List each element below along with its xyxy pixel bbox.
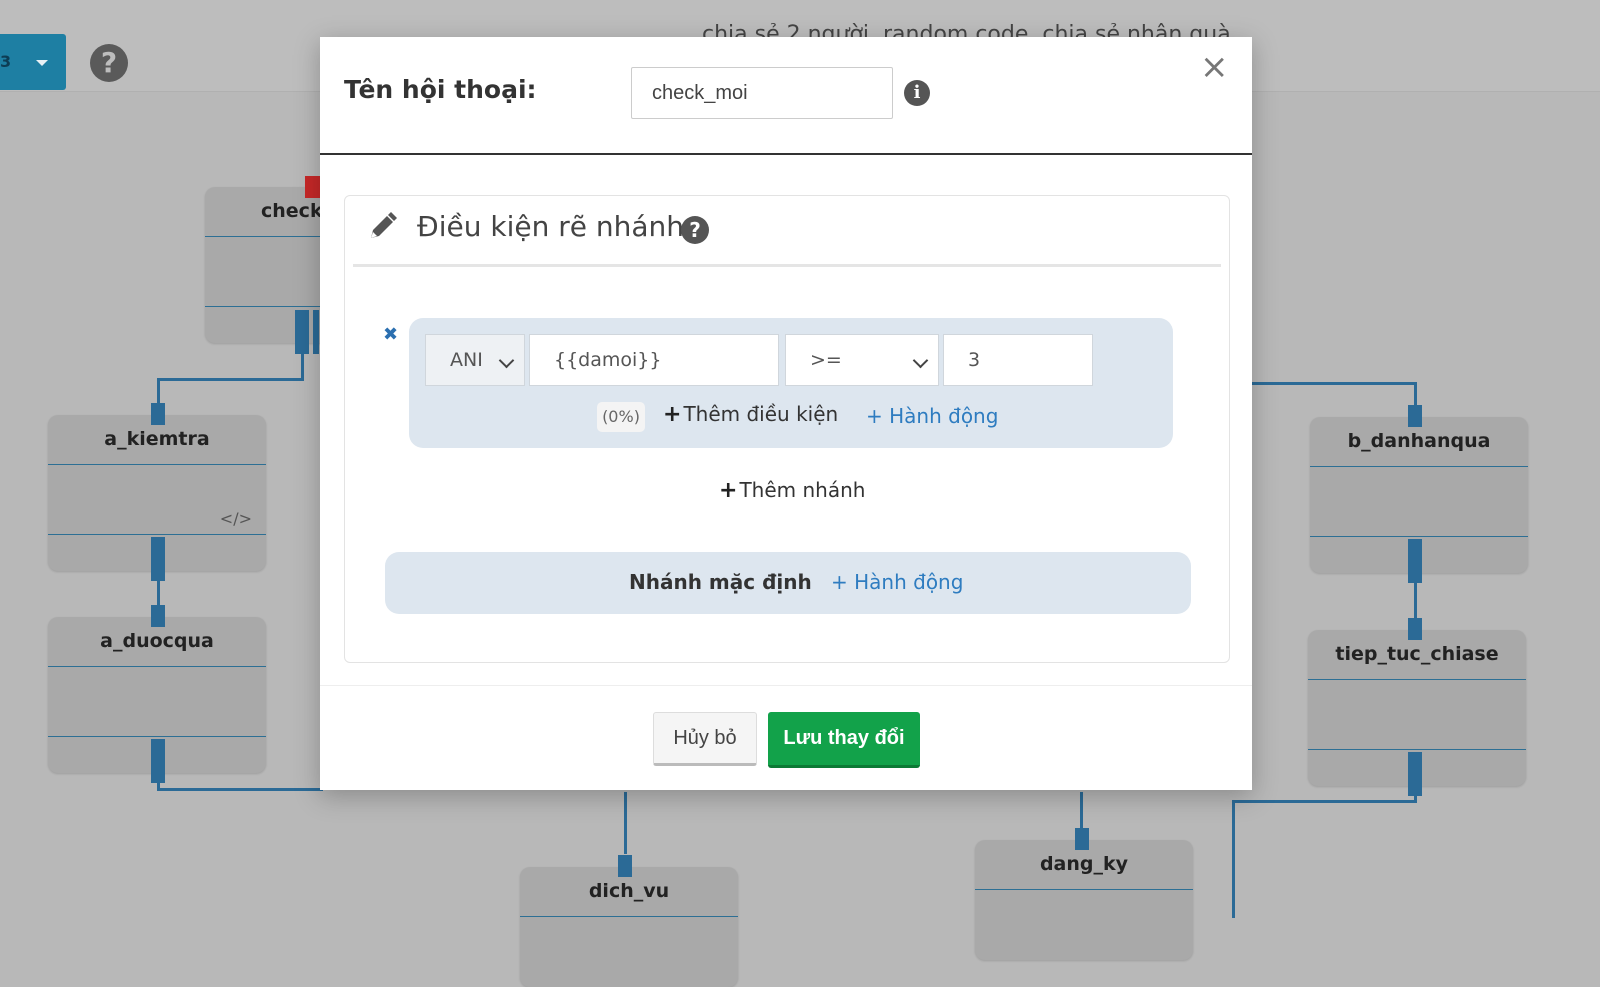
default-branch-label: Nhánh mặc định — [629, 570, 812, 594]
default-branch-row: Nhánh mặc định + Hành động — [385, 552, 1191, 614]
version-dropdown-button[interactable]: 3 — [0, 34, 66, 90]
node-output-port[interactable] — [1408, 752, 1422, 796]
branch-condition-row: ANI {{damoi}} >= 3 (0%) + Thêm điều kiện … — [409, 318, 1173, 448]
percent-badge: (0%) — [597, 402, 645, 432]
caret-down-icon — [36, 60, 48, 66]
modal-header: Tên hội thoại: i × — [320, 37, 1252, 155]
panel-header: Điều kiện rẽ nhánh ? — [353, 196, 1221, 267]
add-condition-button[interactable]: + Thêm điều kiện — [663, 402, 838, 427]
connector-wire — [624, 792, 627, 854]
flow-node-dang-ky[interactable]: dang_ky — [975, 840, 1193, 960]
panel-title: Điều kiện rẽ nhánh — [417, 210, 684, 243]
default-add-action-link[interactable]: + Hành động — [831, 570, 963, 594]
conversation-name-input[interactable] — [631, 67, 893, 119]
add-branch-button[interactable]: + Thêm nhánh — [719, 478, 865, 503]
connector-wire — [1232, 800, 1235, 918]
compare-value-input[interactable]: 3 — [943, 334, 1093, 386]
help-icon[interactable]: ? — [681, 216, 709, 244]
node-input-port[interactable] — [1408, 618, 1422, 640]
variable-value: {{damoi}} — [554, 349, 662, 371]
node-input-port[interactable] — [618, 855, 632, 877]
compare-value: 3 — [968, 349, 981, 371]
add-condition-label: Thêm điều kiện — [683, 402, 839, 426]
chevron-down-icon — [912, 352, 929, 369]
plus-icon: + — [719, 478, 738, 503]
add-action-link[interactable]: + Hành động — [866, 404, 998, 428]
node-output-port[interactable] — [313, 310, 319, 354]
node-input-port[interactable] — [151, 605, 165, 627]
connector-wire — [157, 788, 323, 791]
modal-footer: Hủy bỏ Lưu thay đổi — [320, 685, 1252, 791]
chevron-down-icon — [498, 352, 515, 369]
connector-wire — [1080, 792, 1083, 828]
node-input-port[interactable] — [151, 403, 165, 425]
connector-wire — [1252, 382, 1416, 385]
error-flag-marker — [305, 176, 321, 198]
code-icon[interactable]: </> — [220, 509, 252, 528]
variable-input[interactable]: {{damoi}} — [529, 334, 779, 386]
operator-select[interactable]: >= — [785, 334, 939, 386]
node-body — [1310, 466, 1528, 537]
node-input-port[interactable] — [1075, 828, 1089, 850]
branch-conditions-panel: Điều kiện rẽ nhánh ? ✖ ANI {{damoi}} >= … — [344, 195, 1230, 663]
save-changes-button[interactable]: Lưu thay đổi — [768, 712, 920, 768]
field-type-value: ANI — [450, 349, 483, 371]
connector-wire — [1234, 800, 1417, 803]
node-input-port[interactable] — [1408, 405, 1422, 427]
help-icon[interactable]: ? — [90, 44, 128, 82]
conversation-name-label: Tên hội thoại: — [344, 75, 537, 104]
node-body — [1308, 679, 1526, 750]
add-branch-label: Thêm nhánh — [739, 478, 866, 502]
field-type-select[interactable]: ANI — [425, 334, 525, 386]
operator-value: >= — [810, 349, 842, 371]
cancel-button[interactable]: Hủy bỏ — [653, 712, 757, 766]
info-icon[interactable]: i — [904, 80, 930, 106]
flow-node-dich-vu[interactable]: dich_vu — [520, 867, 738, 987]
connector-wire — [157, 378, 304, 381]
plus-icon: + — [663, 402, 682, 427]
close-icon[interactable]: × — [1200, 47, 1229, 87]
branch-condition-modal: Tên hội thoại: i × Điều kiện rẽ nhánh ? … — [320, 37, 1252, 790]
version-badge: 3 — [0, 52, 12, 71]
node-output-port[interactable] — [151, 537, 165, 581]
node-output-port[interactable] — [151, 739, 165, 783]
node-output-port[interactable] — [1408, 539, 1422, 583]
node-output-port[interactable] — [295, 310, 309, 354]
remove-branch-icon[interactable]: ✖ — [383, 324, 398, 345]
pencil-icon — [371, 212, 397, 238]
node-body — [48, 666, 266, 737]
